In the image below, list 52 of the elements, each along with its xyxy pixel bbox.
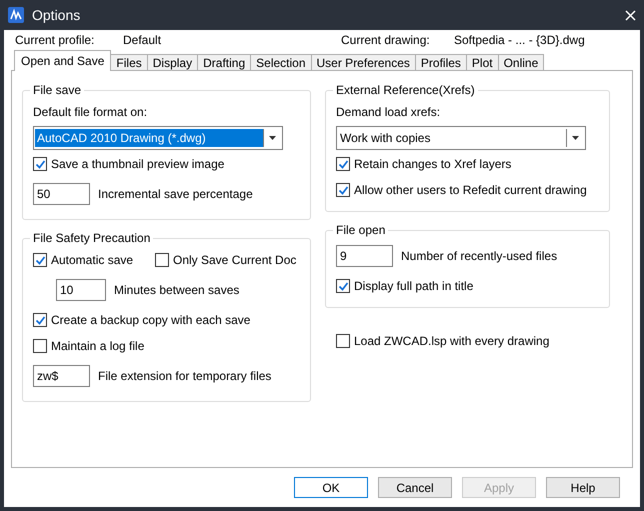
field-value: Softpedia - ... - {3D}.dwg xyxy=(454,33,586,47)
dialog-button[interactable]: Help xyxy=(546,477,620,498)
tab[interactable]: Online xyxy=(498,54,544,71)
field-label: File extension for temporary files xyxy=(98,369,272,383)
field-label: Current drawing: xyxy=(341,33,431,47)
checkbox[interactable]: Automatic save xyxy=(33,253,155,267)
close-icon[interactable] xyxy=(625,10,636,20)
field-label: Demand load xrefs: xyxy=(336,105,440,119)
number-field[interactable]: 10 xyxy=(56,279,106,301)
dialog-button[interactable]: Cancel xyxy=(378,477,452,498)
checkbox[interactable]: Allow other users to Refedit current drawing xyxy=(336,183,587,197)
tab[interactable]: Open and Save xyxy=(14,50,112,71)
tab[interactable]: Selection xyxy=(250,54,312,71)
checkmark-icon xyxy=(34,314,46,326)
checkmark-icon xyxy=(338,184,348,196)
checkmark-icon xyxy=(34,158,46,170)
field-label: Current profile: xyxy=(15,33,96,47)
tab[interactable]: Display xyxy=(146,54,198,71)
tab[interactable]: User Preferences xyxy=(310,54,416,71)
caret-icon xyxy=(269,136,276,140)
tab[interactable]: Files xyxy=(110,54,148,71)
checkbox[interactable]: Display full path in title xyxy=(336,279,474,293)
checkmark-icon xyxy=(338,280,348,292)
field-value: Default xyxy=(123,33,162,47)
checkbox[interactable]: Create a backup copy with each save xyxy=(33,313,250,327)
field-label: Incremental save percentage xyxy=(98,187,253,201)
checkmark-icon xyxy=(34,254,46,266)
number-field[interactable]: zw$ xyxy=(33,365,90,387)
group-title: External Reference(Xrefs) xyxy=(335,83,476,97)
checkbox[interactable]: Only Save Current Doc xyxy=(155,253,296,267)
checkbox[interactable]: Maintain a log file xyxy=(33,339,144,353)
tab[interactable]: Profiles xyxy=(414,54,467,71)
tab[interactable]: Plot xyxy=(466,54,499,71)
group-title: File Safety Precaution xyxy=(32,231,152,245)
app-icon xyxy=(8,7,24,23)
checkmark-icon xyxy=(338,158,348,170)
dialog-button[interactable]: OK xyxy=(294,477,368,498)
checkbox[interactable]: Retain changes to Xref layers xyxy=(336,157,512,171)
dropdown[interactable]: Work with copies xyxy=(336,126,586,150)
field-label: Number of recently-used files xyxy=(401,249,558,263)
number-field[interactable]: 50 xyxy=(33,183,90,205)
field-label: Minutes between saves xyxy=(114,283,240,297)
caret-icon xyxy=(572,136,579,140)
group-title: File save xyxy=(32,83,82,97)
checkbox[interactable]: Save a thumbnail preview image xyxy=(33,157,224,171)
number-field[interactable]: 9 xyxy=(336,245,393,267)
group-title: File open xyxy=(335,223,386,237)
field-label: Default file format on: xyxy=(33,105,148,119)
window-title: Options xyxy=(32,7,80,23)
checkbox[interactable]: Load ZWCAD.lsp with every drawing xyxy=(336,334,550,348)
dropdown[interactable]: AutoCAD 2010 Drawing (*.dwg) xyxy=(33,126,283,150)
tab[interactable]: Drafting xyxy=(197,54,252,71)
